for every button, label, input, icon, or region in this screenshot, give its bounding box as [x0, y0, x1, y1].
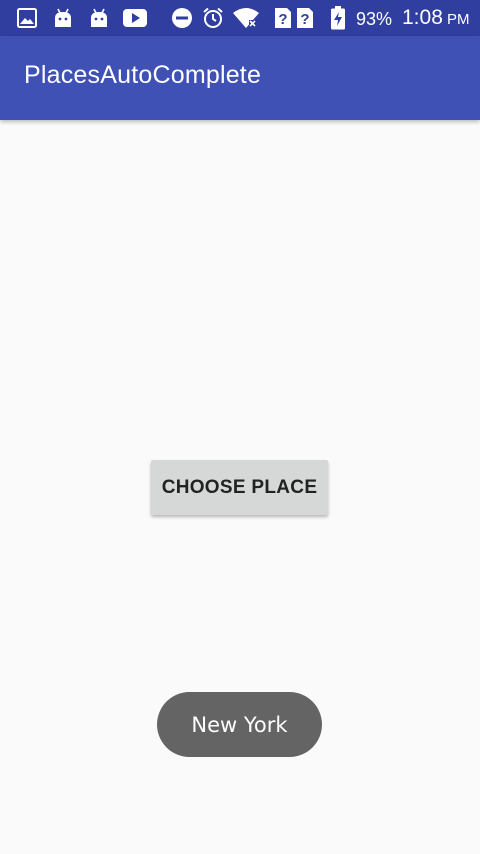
alarm-icon: [202, 7, 224, 29]
android-icon: [88, 7, 110, 29]
image-icon: [16, 7, 38, 29]
wifi-icon: [232, 7, 260, 29]
clock-time: 1:08: [402, 6, 443, 29]
svg-text:?: ?: [300, 11, 309, 28]
toast-message: New York: [157, 692, 322, 757]
svg-text:?: ?: [278, 11, 287, 28]
toast-text: New York: [191, 712, 288, 737]
app-bar: PlacesAutoComplete: [0, 36, 480, 120]
clock-ampm: PM: [447, 11, 470, 28]
android-icon: [52, 7, 74, 29]
battery-charging-icon: [330, 6, 346, 30]
do-not-disturb-icon: [171, 7, 193, 29]
app-title: PlacesAutoComplete: [24, 61, 262, 89]
choose-place-button[interactable]: CHOOSE PLACE: [151, 460, 328, 515]
battery-percent: 93%: [356, 9, 393, 29]
status-bar: ? ? 93% 1:08 PM: [0, 0, 480, 36]
youtube-icon: [122, 7, 148, 29]
no-sim-icon: ?: [296, 7, 314, 29]
no-sim-icon: ?: [274, 7, 292, 29]
